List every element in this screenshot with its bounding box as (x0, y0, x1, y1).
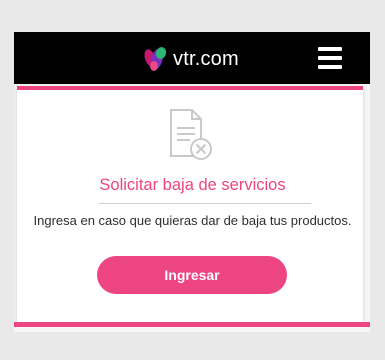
card-title: Solicitar baja de servicios (99, 176, 286, 194)
menu-bar-bottom (318, 65, 342, 69)
menu-bar-middle (318, 56, 342, 60)
vtr-logo-icon (144, 47, 167, 71)
bottom-accent-bar (14, 322, 370, 327)
ingresar-button[interactable]: Ingresar (97, 256, 287, 294)
title-divider (99, 203, 311, 204)
logo-text: vtr.com (173, 47, 239, 70)
document-cancel-icon (170, 109, 212, 160)
menu-bar-top (318, 47, 342, 51)
card-description: Ingresa en caso que quieras dar de baja … (33, 213, 352, 228)
vtr-logo[interactable]: vtr.com (142, 42, 239, 76)
hamburger-menu-button[interactable] (318, 45, 342, 71)
